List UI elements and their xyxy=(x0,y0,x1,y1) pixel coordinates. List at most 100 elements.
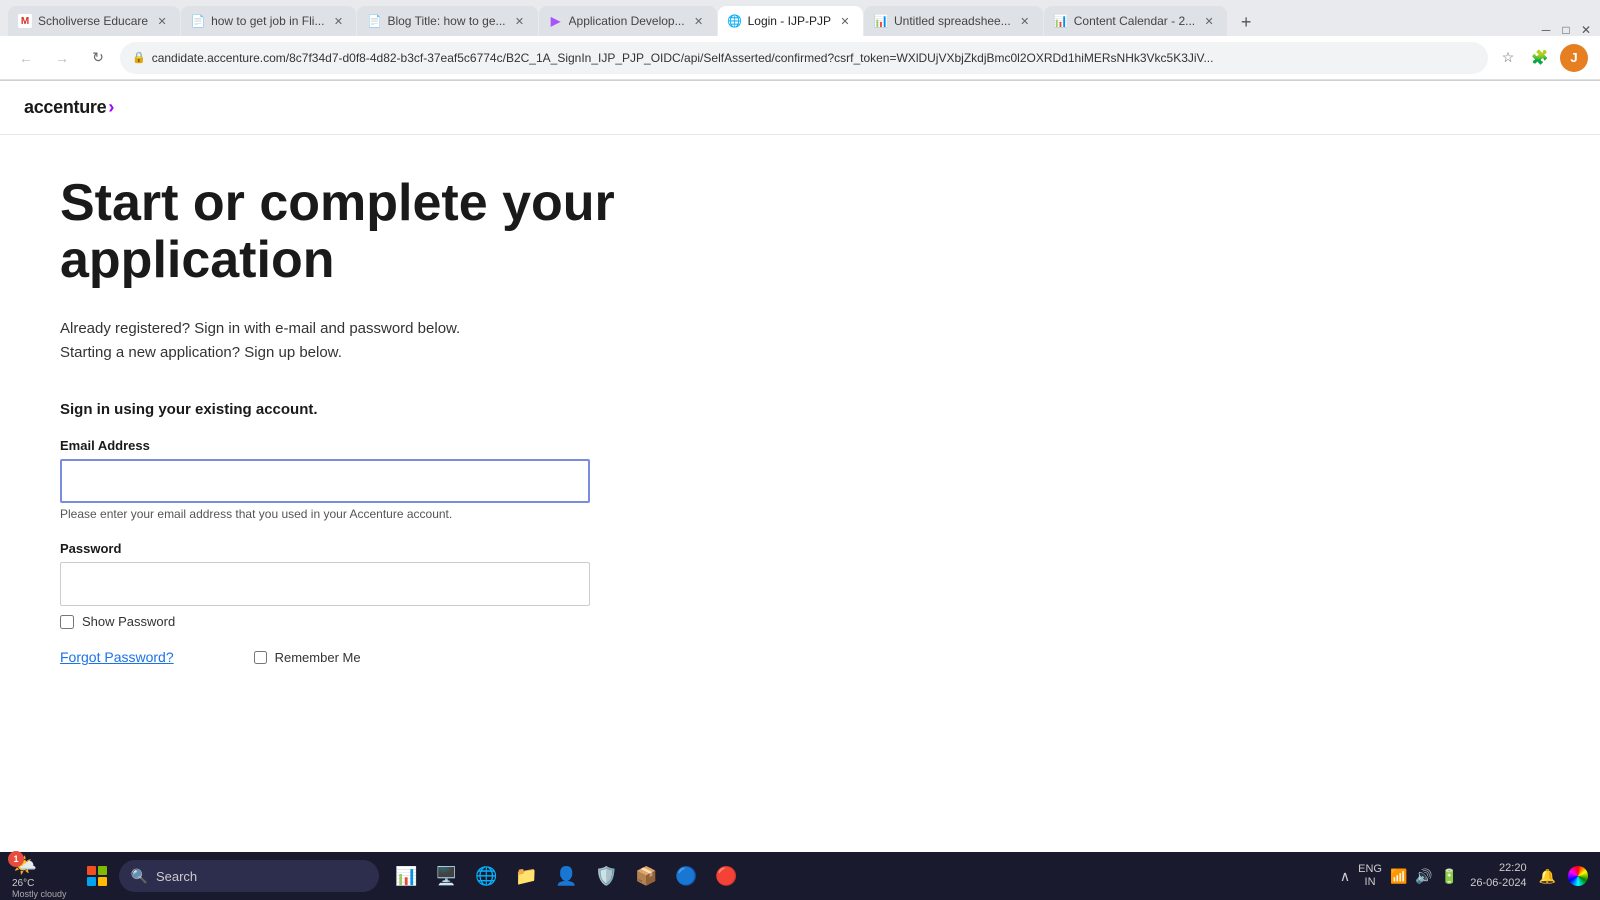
tab-close-blog-title[interactable]: ✕ xyxy=(512,13,528,29)
password-form-group: Password Show Password xyxy=(60,541,740,629)
show-password-row: Show Password xyxy=(60,614,740,629)
signin-label: Sign in using your existing account. xyxy=(60,401,740,418)
tabs-container: M Scholiverse Educare ✕ 📄 how to get job… xyxy=(8,6,1540,36)
tab-favicon-gmail: M xyxy=(18,14,32,28)
taskbar-app-user[interactable]: 👤 xyxy=(549,858,585,894)
profile-button[interactable]: J xyxy=(1560,44,1588,72)
battery-icon[interactable]: 🔋 xyxy=(1441,868,1458,885)
email-hint: Please enter your email address that you… xyxy=(60,507,740,521)
wifi-icon[interactable]: 📶 xyxy=(1390,868,1407,885)
taskbar-app-folder[interactable]: 📁 xyxy=(509,858,545,894)
close-button[interactable]: ✕ xyxy=(1580,24,1592,36)
tab-label-get-job: how to get job in Fli... xyxy=(211,14,324,28)
taskbar-apps: 📊 🖥️ 🌐 📁 👤 🛡️ 📦 🔵 🔴 xyxy=(389,858,745,894)
tab-favicon-prompt: ▶ xyxy=(549,14,563,28)
tab-label-spreadsheet: Untitled spreadshee... xyxy=(894,14,1011,28)
tab-close-spreadsheet[interactable]: ✕ xyxy=(1017,13,1033,29)
taskbar-app-red[interactable]: 🔴 xyxy=(709,858,745,894)
forgot-password-link[interactable]: Forgot Password? xyxy=(60,649,174,665)
taskbar-app-monitor[interactable]: 🖥️ xyxy=(429,858,465,894)
tab-label-scholiverse: Scholiverse Educare xyxy=(38,14,148,28)
start-button[interactable] xyxy=(81,860,113,892)
email-label: Email Address xyxy=(60,438,740,453)
show-password-checkbox[interactable] xyxy=(60,615,74,629)
tab-favicon-sheets: 📊 xyxy=(874,14,888,28)
volume-icon[interactable]: 🔊 xyxy=(1415,868,1432,885)
maximize-button[interactable]: □ xyxy=(1560,24,1572,36)
search-placeholder: Search xyxy=(156,869,197,884)
windows-icon xyxy=(87,866,107,886)
logo-arrow: › xyxy=(108,97,114,118)
tab-label-app-develop: Application Develop... xyxy=(569,14,685,28)
remember-me-checkbox[interactable] xyxy=(254,651,267,664)
url-bar[interactable]: 🔒 candidate.accenture.com/8c7f34d7-d0f8-… xyxy=(120,42,1488,74)
taskbar-right: ∧ ENG IN 📶 🔊 🔋 22:20 26-06-2024 🔔 xyxy=(1340,861,1588,892)
chevron-up-icon[interactable]: ∧ xyxy=(1340,868,1350,885)
password-input[interactable] xyxy=(60,562,590,606)
tab-label-content-calendar: Content Calendar - 2... xyxy=(1074,14,1195,28)
tab-favicon-sheets2: 📊 xyxy=(1054,14,1068,28)
remember-me-row: Remember Me xyxy=(254,650,361,665)
page-title: Start or complete your application xyxy=(60,175,740,289)
page-subtitle: Already registered? Sign in with e-mail … xyxy=(60,317,740,365)
taskbar-time: 22:20 26-06-2024 xyxy=(1470,861,1526,892)
search-icon: 🔍 xyxy=(131,868,148,885)
tab-content-calendar[interactable]: 📊 Content Calendar - 2... ✕ xyxy=(1044,6,1227,36)
subtitle-line2: Starting a new application? Sign up belo… xyxy=(60,341,740,365)
page-content: accenture › Start or complete your appli… xyxy=(0,81,1600,853)
taskbar-app-shield[interactable]: 🛡️ xyxy=(589,858,625,894)
taskbar-system-icons: ∧ ENG IN 📶 🔊 🔋 xyxy=(1340,863,1458,889)
tab-spreadsheet[interactable]: 📊 Untitled spreadshee... ✕ xyxy=(864,6,1043,36)
tab-login[interactable]: 🌐 Login - IJP-PJP ✕ xyxy=(718,6,863,36)
browser-chrome: M Scholiverse Educare ✕ 📄 how to get job… xyxy=(0,0,1600,81)
forward-button[interactable]: → xyxy=(48,44,76,72)
taskbar-app-box[interactable]: 📦 xyxy=(629,858,665,894)
email-form-group: Email Address Please enter your email ad… xyxy=(60,438,740,521)
logo-text: accenture xyxy=(24,97,106,118)
email-input[interactable] xyxy=(60,459,590,503)
tab-scholiverse[interactable]: M Scholiverse Educare ✕ xyxy=(8,6,180,36)
tab-label-blog-title: Blog Title: how to ge... xyxy=(387,14,505,28)
tab-close-get-job[interactable]: ✕ xyxy=(330,13,346,29)
reload-button[interactable]: ↻ xyxy=(84,44,112,72)
password-label: Password xyxy=(60,541,740,556)
weather-temp: 26°C xyxy=(12,878,34,889)
tab-close-login[interactable]: ✕ xyxy=(837,13,853,29)
tab-label-login: Login - IJP-PJP xyxy=(748,14,831,28)
bookmark-icon[interactable]: ☆ xyxy=(1496,46,1520,70)
tab-favicon-globe: 🌐 xyxy=(728,14,742,28)
weather-widget[interactable]: 1 🌤️ 26°C Mostly cloudy xyxy=(12,853,67,899)
address-bar: ← → ↻ 🔒 candidate.accenture.com/8c7f34d7… xyxy=(0,36,1600,80)
window-controls: ─ □ ✕ xyxy=(1540,24,1592,36)
weather-badge: 1 xyxy=(8,851,24,867)
color-wheel-icon[interactable] xyxy=(1568,866,1588,886)
main-content: Start or complete your application Alrea… xyxy=(0,135,800,705)
tab-close-content-calendar[interactable]: ✕ xyxy=(1201,13,1217,29)
taskbar-app-chrome[interactable]: 🌐 xyxy=(469,858,505,894)
tab-close-app-develop[interactable]: ✕ xyxy=(691,13,707,29)
show-password-label: Show Password xyxy=(82,614,175,629)
date-display: 26-06-2024 xyxy=(1470,876,1526,891)
taskbar: 1 🌤️ 26°C Mostly cloudy 🔍 Search 📊 🖥️ 🌐 … xyxy=(0,852,1600,900)
taskbar-app-blue[interactable]: 🔵 xyxy=(669,858,705,894)
extensions-icon[interactable]: 🧩 xyxy=(1528,46,1552,70)
accenture-header: accenture › xyxy=(0,81,1600,135)
tab-app-develop[interactable]: ▶ Application Develop... ✕ xyxy=(539,6,717,36)
tab-get-job[interactable]: 📄 how to get job in Fli... ✕ xyxy=(181,6,356,36)
tab-blog-title[interactable]: 📄 Blog Title: how to ge... ✕ xyxy=(357,6,537,36)
url-text: candidate.accenture.com/8c7f34d7-d0f8-4d… xyxy=(152,51,1476,65)
notification-bell-icon[interactable]: 🔔 xyxy=(1539,868,1556,885)
back-button[interactable]: ← xyxy=(12,44,40,72)
form-bottom: Forgot Password? Remember Me xyxy=(60,649,740,665)
taskbar-app-fileexplorer[interactable]: 📊 xyxy=(389,858,425,894)
tab-favicon-doc2: 📄 xyxy=(191,14,205,28)
new-tab-button[interactable]: + xyxy=(1232,8,1260,36)
weather-desc: Mostly cloudy xyxy=(12,889,67,899)
minimize-button[interactable]: ─ xyxy=(1540,24,1552,36)
tab-close-scholiverse[interactable]: ✕ xyxy=(154,13,170,29)
subtitle-line1: Already registered? Sign in with e-mail … xyxy=(60,317,740,341)
taskbar-search[interactable]: 🔍 Search xyxy=(119,860,379,892)
time-display: 22:20 xyxy=(1470,861,1526,876)
tab-favicon-doc3: 📄 xyxy=(367,14,381,28)
taskbar-language: ENG IN xyxy=(1358,863,1382,889)
